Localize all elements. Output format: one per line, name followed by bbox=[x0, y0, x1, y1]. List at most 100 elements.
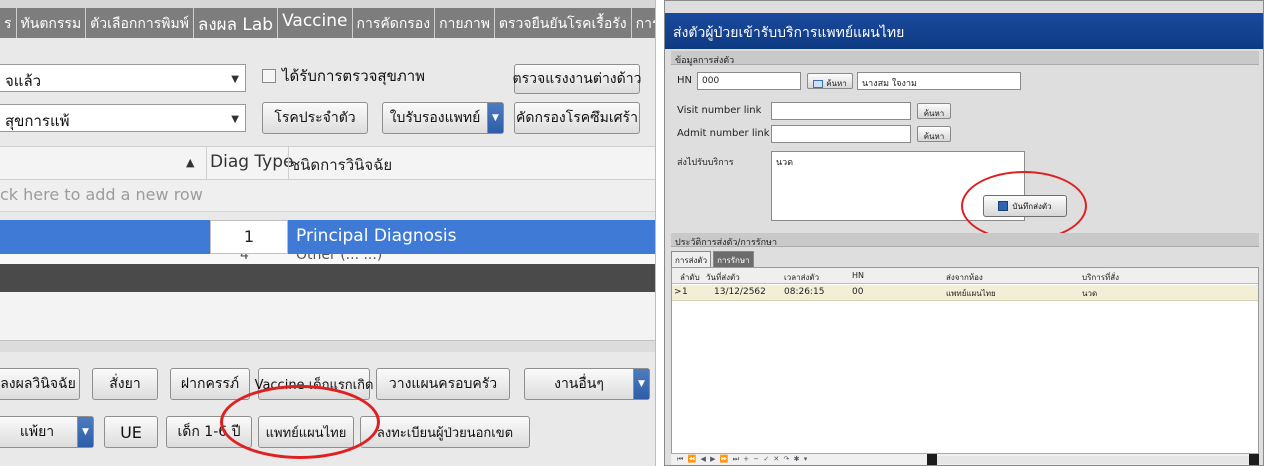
other-work-button[interactable]: งานอื่นๆ ▼ bbox=[524, 368, 650, 400]
grid-footer-bar bbox=[0, 264, 655, 292]
allergy-combo[interactable]: สุขการแพ้ ▼ bbox=[0, 104, 246, 132]
visit-number-label: Visit number link bbox=[677, 105, 762, 116]
register-outside-label: ลงทะเบียนผู้ป่วยนอกเขต bbox=[376, 425, 514, 441]
history-section-header: ประวัติการส่งตัว/การรักษา bbox=[671, 233, 1259, 248]
chevron-down-icon: ▼ bbox=[231, 74, 239, 85]
referral-history-grid: ลำดับ วันที่ส่งตัว เวลาส่งตัว HN ส่งจากห… bbox=[671, 267, 1259, 457]
hn-search-label: ค้นหา bbox=[826, 79, 847, 88]
ue-button[interactable]: UE bbox=[104, 416, 158, 448]
register-outside-button[interactable]: ลงทะเบียนผู้ป่วยนอกเขต bbox=[360, 416, 530, 448]
diag-type-cell: 4 bbox=[240, 254, 249, 263]
tab-screening[interactable]: การคัดกรอง bbox=[352, 8, 436, 38]
child-1-6-button[interactable]: เด็ก 1-6 ปี bbox=[166, 416, 252, 448]
diag-type-cell[interactable]: 1 bbox=[210, 220, 288, 254]
admit-number-label: Admit number link bbox=[677, 128, 770, 139]
col-send-time[interactable]: เวลาส่งตัว bbox=[784, 271, 819, 284]
col-send-date[interactable]: วันที่ส่งตัว bbox=[706, 271, 740, 284]
health-check-checkbox-row[interactable]: ได้รับการตรวจสุขภาพ bbox=[262, 64, 425, 88]
status-combo-value: จแล้ว bbox=[5, 72, 42, 90]
tab-print-options[interactable]: ตัวเลือกการพิมพ์ bbox=[86, 8, 194, 38]
visit-number-input[interactable] bbox=[771, 102, 911, 120]
horizontal-scrollbar[interactable] bbox=[937, 456, 1249, 464]
drug-allergy-button[interactable]: แพ้ยา ▼ bbox=[0, 416, 94, 448]
save-icon bbox=[998, 201, 1009, 211]
other-work-label: งานอื่นๆ bbox=[554, 376, 604, 392]
cell-order: 1 bbox=[682, 287, 688, 297]
cell-send-date: 13/12/2562 bbox=[714, 287, 766, 297]
sort-ascending-icon[interactable]: ▲ bbox=[186, 156, 194, 169]
diag-type-th-header[interactable]: ชนิดการวินิจฉัย bbox=[290, 153, 392, 177]
button-panel-top bbox=[0, 340, 655, 352]
hn-search-button[interactable]: ค้นหา bbox=[807, 73, 853, 89]
tab-partial-left[interactable]: ร bbox=[0, 8, 17, 38]
table-row[interactable]: > 1 13/12/2562 08:26:15 00 แพทย์แผนไทย น… bbox=[672, 285, 1258, 301]
patient-name-field: นางสม ใจงาม bbox=[857, 72, 1021, 90]
chevron-down-icon[interactable]: ▼ bbox=[77, 417, 93, 447]
allergy-combo-value: สุขการแพ้ bbox=[5, 112, 70, 130]
col-order[interactable]: ลำดับ bbox=[680, 271, 700, 284]
foreign-worker-check-button[interactable]: ตรวจแรงงานต่างด้าว bbox=[512, 64, 642, 94]
order-medicine-label: สั่งยา bbox=[109, 376, 141, 392]
scroll-right-button[interactable] bbox=[1249, 454, 1259, 465]
chevron-down-icon[interactable]: ▼ bbox=[487, 103, 503, 133]
tabs-top-strip bbox=[0, 0, 655, 8]
chevron-down-icon[interactable]: ▼ bbox=[633, 369, 649, 399]
family-planning-button[interactable]: วางแผนครอบครัว bbox=[376, 368, 510, 400]
antenatal-label: ฝากครรภ์ bbox=[180, 376, 240, 392]
diagnosis-label: ลงผลวินิจฉัย bbox=[0, 376, 76, 392]
tab-lab-results[interactable]: ลงผล Lab bbox=[193, 8, 279, 38]
column-divider bbox=[288, 147, 289, 179]
record-navigator-icons[interactable]: ⏮ ⏪ ◀ ▶ ⏩ ⏭ + − ✓ ✕ ↷ ✱ ▾ bbox=[677, 455, 808, 464]
vaccine-newborn-label: Vaccine เด็กแรกเกิด bbox=[254, 377, 374, 393]
search-icon bbox=[813, 79, 824, 88]
hn-label: HN bbox=[677, 75, 692, 86]
admit-number-input[interactable] bbox=[771, 125, 911, 143]
scroll-left-button[interactable] bbox=[927, 454, 937, 465]
table-row-selected[interactable]: 1 Principal Diagnosis bbox=[0, 220, 655, 254]
diagnosis-grid-header: ▲ Diag Type ชนิดการวินิจฉัย bbox=[0, 146, 655, 180]
history-section-label: ประวัติการส่งตัว/การรักษา bbox=[675, 238, 778, 248]
hn-input[interactable]: 000 bbox=[697, 72, 801, 90]
add-new-row[interactable]: ck here to add a new row bbox=[0, 180, 655, 212]
diag-type-header[interactable]: Diag Type bbox=[210, 152, 293, 172]
dialog-title: ส่งตัวผู้ป่วยเข้ารับบริการแพทย์แผนไทย bbox=[665, 13, 1263, 49]
vaccine-newborn-button[interactable]: Vaccine เด็กแรกเกิด bbox=[255, 368, 373, 400]
cell-send-time: 08:26:15 bbox=[784, 287, 825, 297]
col-hn[interactable]: HN bbox=[852, 271, 864, 280]
tab-vaccine[interactable]: Vaccine bbox=[278, 8, 353, 38]
tab-partial-right[interactable]: การ bbox=[631, 8, 655, 38]
order-medicine-button[interactable]: สั่งยา bbox=[92, 368, 158, 400]
thai-medicine-button[interactable]: แพทย์แผนไทย bbox=[258, 416, 354, 448]
empty-area bbox=[0, 292, 655, 340]
admit-search-button[interactable]: ค้นหา bbox=[917, 126, 951, 142]
antenatal-button[interactable]: ฝากครรภ์ bbox=[170, 368, 250, 400]
thai-medicine-referral-dialog: ส่งตัวผู้ป่วยเข้ารับบริการแพทย์แผนไทย ข้… bbox=[664, 0, 1264, 466]
col-from-room[interactable]: ส่งจากห้อง bbox=[946, 271, 983, 284]
diag-type-name-cell: Other (... ...) bbox=[296, 254, 383, 263]
medical-certificate-button[interactable]: ใบรับรองแพทย์ ▼ bbox=[382, 102, 504, 134]
cell-hn: 00 bbox=[852, 287, 864, 297]
row-pointer-icon: > bbox=[674, 287, 682, 297]
visit-search-button[interactable]: ค้นหา bbox=[917, 103, 951, 119]
send-service-label: ส่งไปรับบริการ bbox=[677, 158, 734, 168]
health-check-checkbox[interactable] bbox=[262, 69, 276, 83]
foreign-worker-check-label: ตรวจแรงงานต่างด้าว bbox=[512, 71, 642, 87]
table-row[interactable]: 4 Other (... ...) bbox=[0, 254, 655, 264]
composite-screenshot: ร ทันตกรรม ตัวเลือกการพิมพ์ ลงผล Lab Vac… bbox=[0, 0, 1264, 466]
col-service-ordered[interactable]: บริการที่สั่ง bbox=[1082, 271, 1119, 284]
tab-physio[interactable]: กายภาพ bbox=[435, 8, 495, 38]
send-info-section-header: ข้อมูลการส่งตัว bbox=[671, 51, 1259, 66]
status-combo[interactable]: จแล้ว ▼ bbox=[0, 64, 246, 92]
cell-from-room: แพทย์แผนไทย bbox=[946, 289, 996, 298]
chronic-disease-button[interactable]: โรคประจำตัว bbox=[262, 102, 368, 134]
drug-allergy-label: แพ้ยา bbox=[19, 424, 55, 440]
depression-screening-button[interactable]: คัดกรองโรคซึมเศร้า bbox=[514, 102, 640, 134]
tab-dental[interactable]: ทันตกรรม bbox=[16, 8, 87, 38]
tab-bar: ร ทันตกรรม ตัวเลือกการพิมพ์ ลงผล Lab Vac… bbox=[0, 8, 655, 38]
diagnosis-button[interactable]: ลงผลวินิจฉัย bbox=[0, 368, 80, 400]
column-divider bbox=[206, 147, 207, 179]
tab-chronic-confirm[interactable]: ตรวจยืนยันโรคเรื้อรัง bbox=[494, 8, 632, 38]
send-info-section-label: ข้อมูลการส่งตัว bbox=[675, 56, 735, 66]
grid-header: ลำดับ วันที่ส่งตัว เวลาส่งตัว HN ส่งจากห… bbox=[672, 268, 1258, 284]
save-referral-button[interactable]: บันทึกส่งตัว bbox=[983, 195, 1067, 217]
